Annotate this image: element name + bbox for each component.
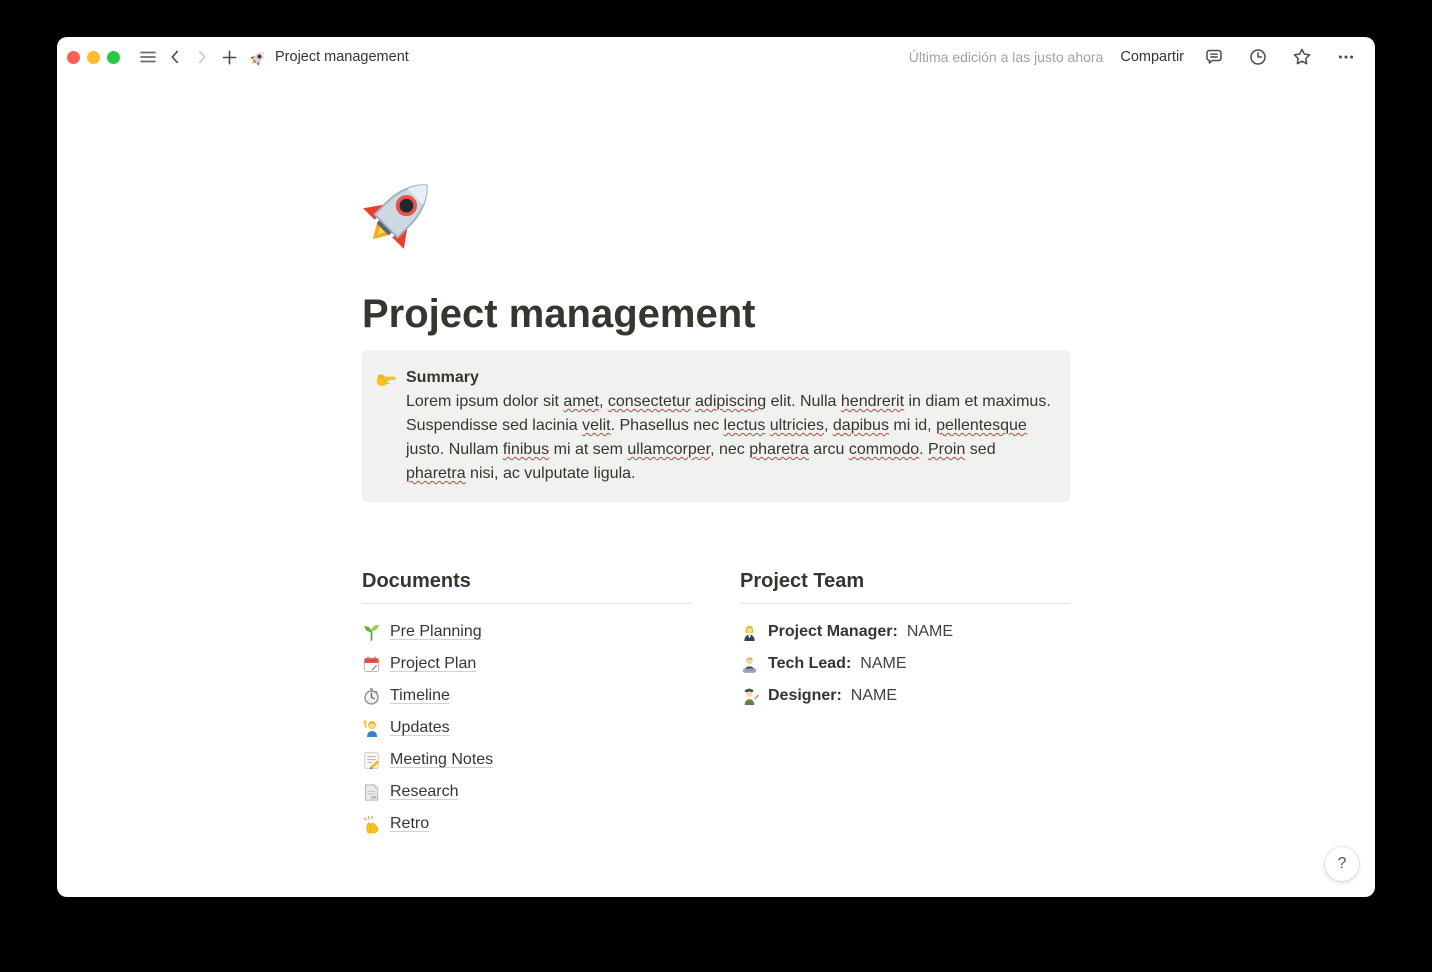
comment-icon (1204, 47, 1224, 67)
documents-list: Pre Planning Project Plan (362, 604, 692, 840)
forward-button[interactable] (189, 44, 215, 70)
titlebar: Project management Última edición a las … (57, 37, 1375, 77)
doc-link-meeting-notes[interactable]: Meeting Notes (362, 744, 692, 776)
doc-link-pre-planning[interactable]: Pre Planning (362, 616, 692, 648)
doc-label: Retro (390, 815, 429, 833)
doc-label: Research (390, 783, 458, 801)
team-role: Designer: (768, 687, 842, 705)
page-emoji-rocket[interactable] (362, 170, 442, 250)
project-team-heading: Project Team (740, 568, 1070, 604)
woman-office-worker-icon (740, 623, 759, 642)
team-list: Project Manager: NAME Tech Lea (740, 604, 1070, 712)
zoom-window-button[interactable] (107, 51, 120, 64)
documents-column: Documents Pre Planning (362, 568, 692, 840)
doc-label: Project Plan (390, 655, 476, 673)
chevron-left-icon (166, 48, 184, 66)
plus-icon (220, 48, 239, 67)
team-member-project-manager[interactable]: Project Manager: NAME (740, 616, 1070, 648)
new-tab-button[interactable] (216, 44, 242, 70)
team-role: Project Manager: (768, 623, 898, 641)
back-button[interactable] (162, 44, 188, 70)
team-member-tech-lead[interactable]: Tech Lead: NAME (740, 648, 1070, 680)
minimize-window-button[interactable] (87, 51, 100, 64)
bookmark-tabs-icon (362, 783, 381, 802)
project-team-column: Project Team Project Manager: NA (740, 568, 1070, 840)
breadcrumb[interactable]: Project management (250, 49, 409, 66)
doc-label: Pre Planning (390, 623, 482, 641)
chevron-right-icon (193, 48, 211, 66)
hamburger-icon (138, 47, 158, 67)
close-window-button[interactable] (67, 51, 80, 64)
last-edited-status: Última edición a las justo ahora (909, 49, 1104, 65)
summary-body: Lorem ipsum dolor sit amet, consectetur … (406, 390, 1054, 486)
team-name: NAME (860, 655, 906, 673)
doc-link-research[interactable]: Research (362, 776, 692, 808)
man-artist-icon (740, 687, 759, 706)
breadcrumb-page-title: Project management (275, 49, 409, 65)
page-history-button[interactable] (1245, 44, 1271, 70)
documents-heading: Documents (362, 568, 692, 604)
doc-link-retro[interactable]: Retro (362, 808, 692, 840)
favorite-button[interactable] (1289, 44, 1315, 70)
doc-label: Updates (390, 719, 450, 737)
page-title[interactable]: Project management (362, 290, 1070, 338)
clapping-hands-icon (362, 815, 381, 834)
seedling-icon (362, 623, 381, 642)
rocket-icon (362, 170, 442, 250)
rocket-icon (250, 49, 267, 66)
traffic-lights (67, 51, 120, 64)
doc-link-updates[interactable]: Updates (362, 712, 692, 744)
share-button[interactable]: Compartir (1120, 49, 1184, 65)
two-column-section: Documents Pre Planning (362, 568, 1070, 840)
pointing-finger-icon (374, 367, 398, 391)
star-icon (1292, 47, 1312, 67)
clock-icon (1248, 47, 1268, 67)
doc-link-project-plan[interactable]: Project Plan (362, 648, 692, 680)
ellipsis-icon (1336, 47, 1356, 67)
titlebar-actions: Última edición a las justo ahora Compart… (909, 44, 1359, 70)
team-name: NAME (851, 687, 897, 705)
raising-hand-icon (362, 719, 381, 738)
summary-callout[interactable]: Summary Lorem ipsum dolor sit amet, cons… (362, 350, 1070, 502)
summary-text: Summary Lorem ipsum dolor sit amet, cons… (406, 366, 1054, 486)
team-member-designer[interactable]: Designer: NAME (740, 680, 1070, 712)
help-button[interactable]: ? (1325, 847, 1359, 881)
man-technologist-icon (740, 655, 759, 674)
notion-window: Project management Última edición a las … (57, 37, 1375, 897)
doc-link-timeline[interactable]: Timeline (362, 680, 692, 712)
team-role: Tech Lead: (768, 655, 851, 673)
calendar-icon (362, 655, 381, 674)
more-options-button[interactable] (1333, 44, 1359, 70)
doc-label: Meeting Notes (390, 751, 493, 769)
comments-button[interactable] (1201, 44, 1227, 70)
page-content: Project management Summary Lorem ipsum d… (57, 77, 1375, 897)
doc-label: Timeline (390, 687, 450, 705)
team-name: NAME (907, 623, 953, 641)
summary-heading: Summary (406, 366, 1054, 390)
stopwatch-icon (362, 687, 381, 706)
sidebar-toggle-button[interactable] (135, 44, 161, 70)
memo-icon (362, 751, 381, 770)
